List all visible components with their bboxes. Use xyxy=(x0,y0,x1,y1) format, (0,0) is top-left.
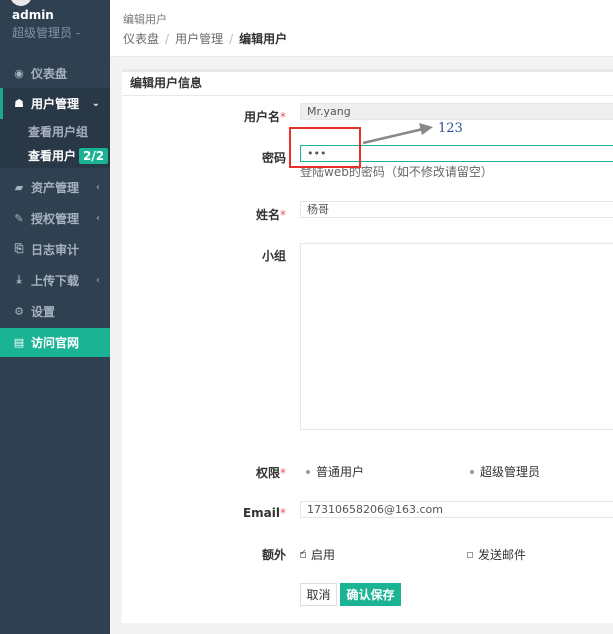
nav-label: 设置 xyxy=(31,304,56,319)
role-label: 权限* xyxy=(255,466,286,480)
save-button[interactable]: 确认保存 xyxy=(340,583,401,606)
download-icon: ⤓ xyxy=(16,273,22,286)
annotation-arrow-icon xyxy=(362,123,433,145)
breadcrumb-user-management[interactable]: 用户管理 xyxy=(175,32,223,46)
role-radio-normal-user[interactable]: 普通用户 xyxy=(306,463,364,480)
checkbox-checked-icon xyxy=(300,548,307,558)
edit-icon: ✎ xyxy=(14,211,24,225)
nav-label: 资产管理 xyxy=(31,180,80,195)
sub-item-view-groups[interactable]: 查看用户组 xyxy=(28,123,88,140)
chevron-left-icon: ‹ xyxy=(95,274,100,286)
chevron-left-icon: ‹ xyxy=(95,181,100,193)
sub-item-view-users[interactable]: 查看用户 2/2 xyxy=(28,147,109,164)
user-count-badge: 2/2 xyxy=(79,148,109,164)
cancel-button[interactable]: 取消 xyxy=(300,583,337,606)
breadcrumb-dashboard[interactable]: 仪表盘 xyxy=(123,32,159,46)
nav-visit-official-site[interactable]: ▤ 访问官网 xyxy=(0,328,110,357)
chevron-left-icon: ‹ xyxy=(95,212,100,224)
nav-label: 上传下载 xyxy=(31,273,80,288)
user-name: admin xyxy=(12,8,54,22)
sub-item-label: 查看用户 xyxy=(28,149,77,163)
nav-label: 日志审计 xyxy=(31,242,80,257)
group-label: 小组 xyxy=(261,249,286,263)
annotation-highlight-box xyxy=(289,127,361,168)
username-field: Mr.yang xyxy=(300,103,613,120)
breadcrumb-separator: / xyxy=(165,32,170,46)
password-label: 密码 xyxy=(261,151,286,165)
log-icon: ⎘ xyxy=(14,242,24,255)
avatar[interactable] xyxy=(10,0,32,6)
nav-label: 仪表盘 xyxy=(31,66,68,81)
group-select[interactable] xyxy=(300,243,613,430)
nav-asset-management[interactable]: ▰ 资产管理 ‹ xyxy=(0,173,110,201)
extra-label: 额外 xyxy=(261,548,286,562)
database-icon: ▤ xyxy=(13,336,25,349)
page-title: 编辑用户 xyxy=(123,13,167,26)
edit-user-panel: 编辑用户信息 用户名* Mr.yang 密码 ••• 登陆web的密码（如不修改… xyxy=(122,69,613,623)
annotation-text: 123 xyxy=(438,121,463,136)
name-field[interactable]: 杨哥 xyxy=(300,201,613,218)
chevron-down-icon: ⌄ xyxy=(91,98,100,109)
dashboard-icon: ◉ xyxy=(14,66,24,80)
name-label: 姓名* xyxy=(255,208,286,222)
nav-user-management[interactable]: ☗ 用户管理 ⌄ xyxy=(0,88,110,119)
email-label: Email* xyxy=(242,506,286,520)
user-role-dropdown[interactable]: 超级管理员 - xyxy=(12,24,80,41)
page-header: 编辑用户 仪表盘 / 用户管理 / 编辑用户 xyxy=(110,0,613,57)
nav-settings[interactable]: ⚙ 设置 xyxy=(0,297,110,325)
gear-icon: ⚙ xyxy=(14,304,24,318)
enable-checkbox[interactable]: 启用 xyxy=(300,546,335,563)
nav-dashboard[interactable]: ◉ 仪表盘 xyxy=(0,59,110,87)
panel-title: 编辑用户信息 xyxy=(122,72,613,96)
nav-upload-download[interactable]: ⤓ 上传下载 ‹ xyxy=(0,266,110,294)
send-email-checkbox[interactable]: 发送邮件 xyxy=(467,546,526,563)
role-radio-super-admin[interactable]: 超级管理员 xyxy=(470,463,540,480)
username-label: 用户名* xyxy=(243,110,286,124)
nav-label: 访问官网 xyxy=(31,336,80,350)
sidebar: admin 超级管理员 - ◉ 仪表盘 ☗ 用户管理 ⌄ 查看用户组 查看用户 2… xyxy=(0,0,110,634)
nav-permission-management[interactable]: ✎ 授权管理 ‹ xyxy=(0,204,110,232)
breadcrumb-current: 编辑用户 xyxy=(239,32,288,46)
breadcrumb-separator: / xyxy=(229,32,234,46)
assets-icon: ▰ xyxy=(14,180,24,194)
checkbox-icon xyxy=(467,551,473,558)
nav-log-audit[interactable]: ⎘ 日志审计 xyxy=(0,235,110,263)
nav-label: 用户管理 xyxy=(31,97,80,111)
email-field[interactable]: 17310658206@163.com xyxy=(300,501,613,518)
users-icon: ☗ xyxy=(14,97,24,110)
breadcrumb: 仪表盘 / 用户管理 / 编辑用户 xyxy=(123,30,287,47)
nav-label: 授权管理 xyxy=(31,211,80,226)
radio-dot-icon xyxy=(470,469,474,474)
radio-dot-icon xyxy=(306,469,310,474)
